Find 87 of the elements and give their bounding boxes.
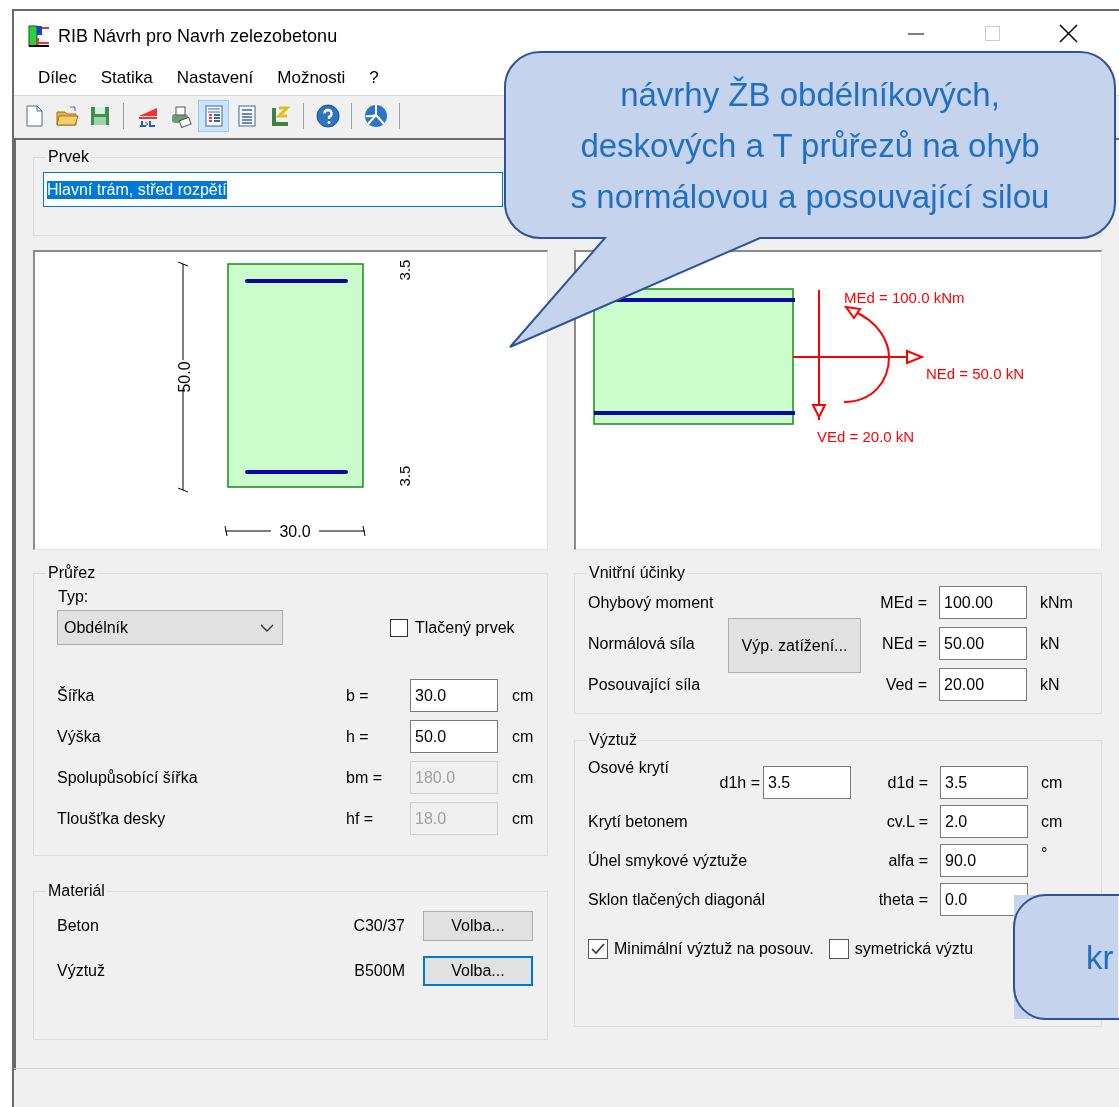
- input-field[interactable]: 3.5: [940, 766, 1028, 799]
- unit-label: cm: [512, 686, 535, 705]
- field-label: Úhel smykové výztuže: [588, 851, 749, 870]
- group-label: Vnitřní účinky: [588, 564, 687, 582]
- unit-label: cm: [512, 727, 535, 746]
- field-label: Osové krytí: [588, 759, 670, 777]
- input-field[interactable]: 90.0: [940, 844, 1028, 877]
- symbol-label: MEd =: [879, 593, 927, 612]
- symbol-label: d1d =: [886, 773, 928, 792]
- callout-text: kr: [1086, 938, 1114, 978]
- dimension-label: 30.0: [279, 523, 311, 540]
- group-label: Materiál: [47, 882, 106, 900]
- help-icon: [315, 104, 340, 128]
- callout-text: návrhy ŽB obdélníkových, deskových a T průřezů na ohyb s normálovou a posouvající silou: [570, 75, 1050, 217]
- menu-item[interactable]: ?: [357, 68, 391, 88]
- field-label: Ohybový moment: [588, 593, 715, 612]
- calculate-load-button[interactable]: Výp. zatížení...: [728, 618, 861, 673]
- dimension-label: 50.0: [176, 361, 193, 393]
- checkbox-label: symetrická výztu: [854, 940, 974, 958]
- unit-label: cm: [512, 809, 535, 828]
- dropdown[interactable]: Obdélník: [57, 610, 283, 645]
- input-field[interactable]: 100.00: [939, 586, 1027, 619]
- input-field[interactable]: 20.00: [939, 668, 1027, 701]
- input-field[interactable]: 30.0: [410, 679, 498, 712]
- unit-label: kN: [1040, 634, 1061, 653]
- force-label: VEd = 20.0 kN: [817, 428, 915, 445]
- choose-button[interactable]: Volba...: [423, 910, 533, 941]
- group-label: Výztuž: [588, 731, 638, 749]
- field-label: Výztuž: [57, 961, 106, 980]
- force-label: NEd = 50.0 kN: [926, 365, 1024, 382]
- input-field[interactable]: 50.0: [410, 720, 498, 753]
- symbol-label: alfa =: [887, 851, 928, 870]
- globe-icon: [363, 104, 388, 128]
- checkbox[interactable]: [588, 939, 608, 959]
- menu-item[interactable]: Dílec: [26, 68, 89, 88]
- symbol-label: h =: [346, 727, 370, 746]
- field-label: Tloušťka desky: [57, 809, 167, 828]
- group-label: Průřez: [47, 564, 97, 582]
- chevron-down-icon: [260, 623, 274, 632]
- symbol-label: hf =: [346, 809, 375, 828]
- dimension-label: 3.5: [396, 465, 413, 487]
- value-label: B500M: [353, 961, 405, 980]
- input-field[interactable]: 50.00: [939, 627, 1027, 660]
- maximize-icon: [985, 26, 1000, 41]
- field-label: Sklon tlačených diagonál: [588, 890, 766, 909]
- window-title: RIB Návrh pro Navrh zelezobetonu: [58, 25, 338, 47]
- toolbar-button[interactable]: [198, 100, 229, 132]
- unit-label: kNm: [1040, 593, 1074, 612]
- choose-button[interactable]: Volba...: [423, 955, 533, 986]
- field-label: Posouvající síla: [588, 675, 702, 694]
- unit-label: cm: [1041, 773, 1064, 792]
- menu-item[interactable]: Statika: [88, 68, 165, 88]
- symbol-label: cv.L =: [885, 812, 928, 831]
- field-label: Spolupůsobící šířka: [57, 768, 199, 787]
- value-label: C30/37: [352, 916, 405, 935]
- symbol-label: Ved =: [884, 675, 927, 694]
- folder-icon: [54, 104, 79, 128]
- unit-label: cm: [512, 768, 535, 787]
- checkbox[interactable]: [390, 618, 408, 637]
- checkbox-label: Tlačený prvek: [415, 618, 515, 637]
- field-label: Typ:: [58, 588, 90, 606]
- dimension-label: 3.5: [396, 259, 413, 281]
- minimize-icon: [907, 33, 925, 35]
- menu-item[interactable]: Možnosti: [265, 68, 358, 88]
- symbol-label: theta =: [877, 890, 928, 909]
- input-field[interactable]: 2.0: [940, 805, 1028, 838]
- field-label: Normálová síla: [588, 634, 696, 653]
- group-label: Prvek: [47, 148, 90, 166]
- field-label: Výška: [57, 727, 102, 746]
- unit-label: °: [1041, 845, 1049, 863]
- symbol-label: b =: [346, 686, 370, 705]
- app-icon: [28, 25, 50, 47]
- field-label: Šířka: [57, 686, 96, 705]
- symbol-label: NEd =: [881, 634, 927, 653]
- unit-label: cm: [1041, 812, 1064, 831]
- checkbox[interactable]: [828, 939, 849, 959]
- menu-item[interactable]: Nastavení: [164, 68, 266, 88]
- force-label: MEd = 100.0 kNm: [844, 289, 965, 306]
- input-field[interactable]: Hlavní trám, střed rozpětí: [43, 172, 503, 207]
- unit-label: kN: [1040, 675, 1061, 694]
- checkbox-label: Minimální výztuž na posouv.: [614, 940, 814, 958]
- input-field[interactable]: 3.5: [763, 766, 851, 799]
- field-label: Beton: [57, 916, 100, 935]
- symbol-label: d1h =: [718, 773, 761, 792]
- field-label: Krytí betonem: [588, 812, 689, 831]
- close-icon: [1059, 24, 1078, 43]
- symbol-label: bm =: [346, 768, 383, 787]
